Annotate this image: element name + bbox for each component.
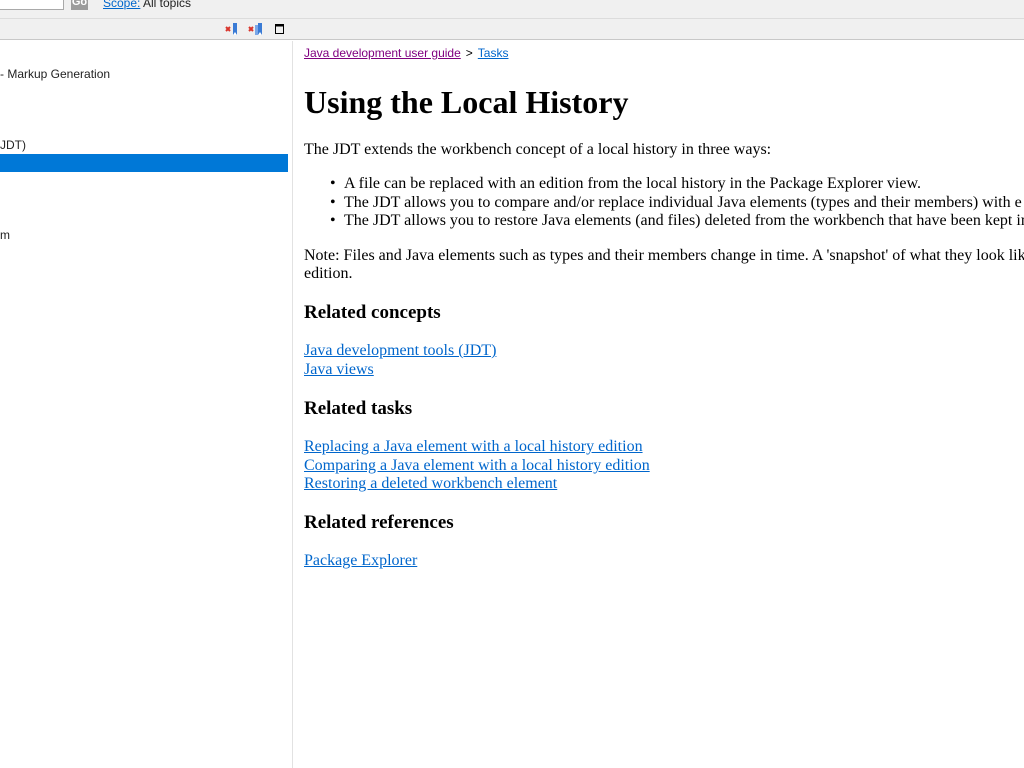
go-button[interactable]: Go	[71, 0, 88, 10]
related-task-link[interactable]: Comparing a Java element with a local hi…	[304, 457, 650, 475]
related-reference-link[interactable]: Package Explorer	[304, 552, 417, 570]
note-paragraph-line1: Note: Files and Java elements such as ty…	[304, 247, 1024, 264]
toc-panel: - Markup Generation JDT) m	[0, 41, 293, 768]
breadcrumb-current-link[interactable]: Tasks	[478, 46, 509, 60]
toc-item[interactable]: - Markup Generation	[0, 65, 110, 83]
page-title: Using the Local History	[304, 84, 629, 120]
toc-item-selected[interactable]	[0, 154, 288, 172]
scope-link[interactable]: Scope:	[103, 0, 140, 10]
list-item: A file can be replaced with an edition f…	[330, 175, 1024, 194]
related-references-heading: Related references	[304, 512, 454, 533]
search-bar: Go Scope: All topics	[0, 0, 1024, 18]
help-content: Java development user guide > Tasks Using …	[304, 41, 1024, 768]
toc-item[interactable]: JDT)	[0, 136, 26, 154]
related-task-link[interactable]: Restoring a deleted workbench element	[304, 475, 557, 493]
feature-list: A file can be replaced with an edition f…	[330, 175, 1024, 231]
list-item: The JDT allows you to compare and/or rep…	[330, 194, 1024, 213]
note-paragraph-line2: edition.	[304, 265, 353, 282]
toc-item[interactable]: m	[0, 226, 10, 244]
scope-value: All topics	[143, 0, 192, 10]
related-concepts-heading: Related concepts	[304, 302, 441, 323]
related-tasks-heading: Related tasks	[304, 398, 413, 419]
intro-paragraph: The JDT extends the workbench concept of…	[304, 141, 772, 158]
list-item: The JDT allows you to restore Java eleme…	[330, 212, 1024, 231]
breadcrumb: Java development user guide > Tasks	[304, 46, 508, 60]
related-concept-link[interactable]: Java development tools (JDT)	[304, 342, 496, 360]
maximize-icon[interactable]	[274, 22, 290, 36]
related-task-link[interactable]: Replacing a Java element with a local hi…	[304, 438, 643, 456]
toc-toolbar	[0, 18, 1024, 40]
related-concept-link[interactable]: Java views	[304, 361, 374, 379]
remove-bookmark-icon[interactable]	[224, 22, 240, 36]
search-input[interactable]	[0, 0, 64, 10]
breadcrumb-separator: >	[465, 46, 473, 60]
breadcrumb-parent-link[interactable]: Java development user guide	[304, 46, 461, 60]
remove-all-bookmarks-icon[interactable]	[247, 22, 263, 36]
